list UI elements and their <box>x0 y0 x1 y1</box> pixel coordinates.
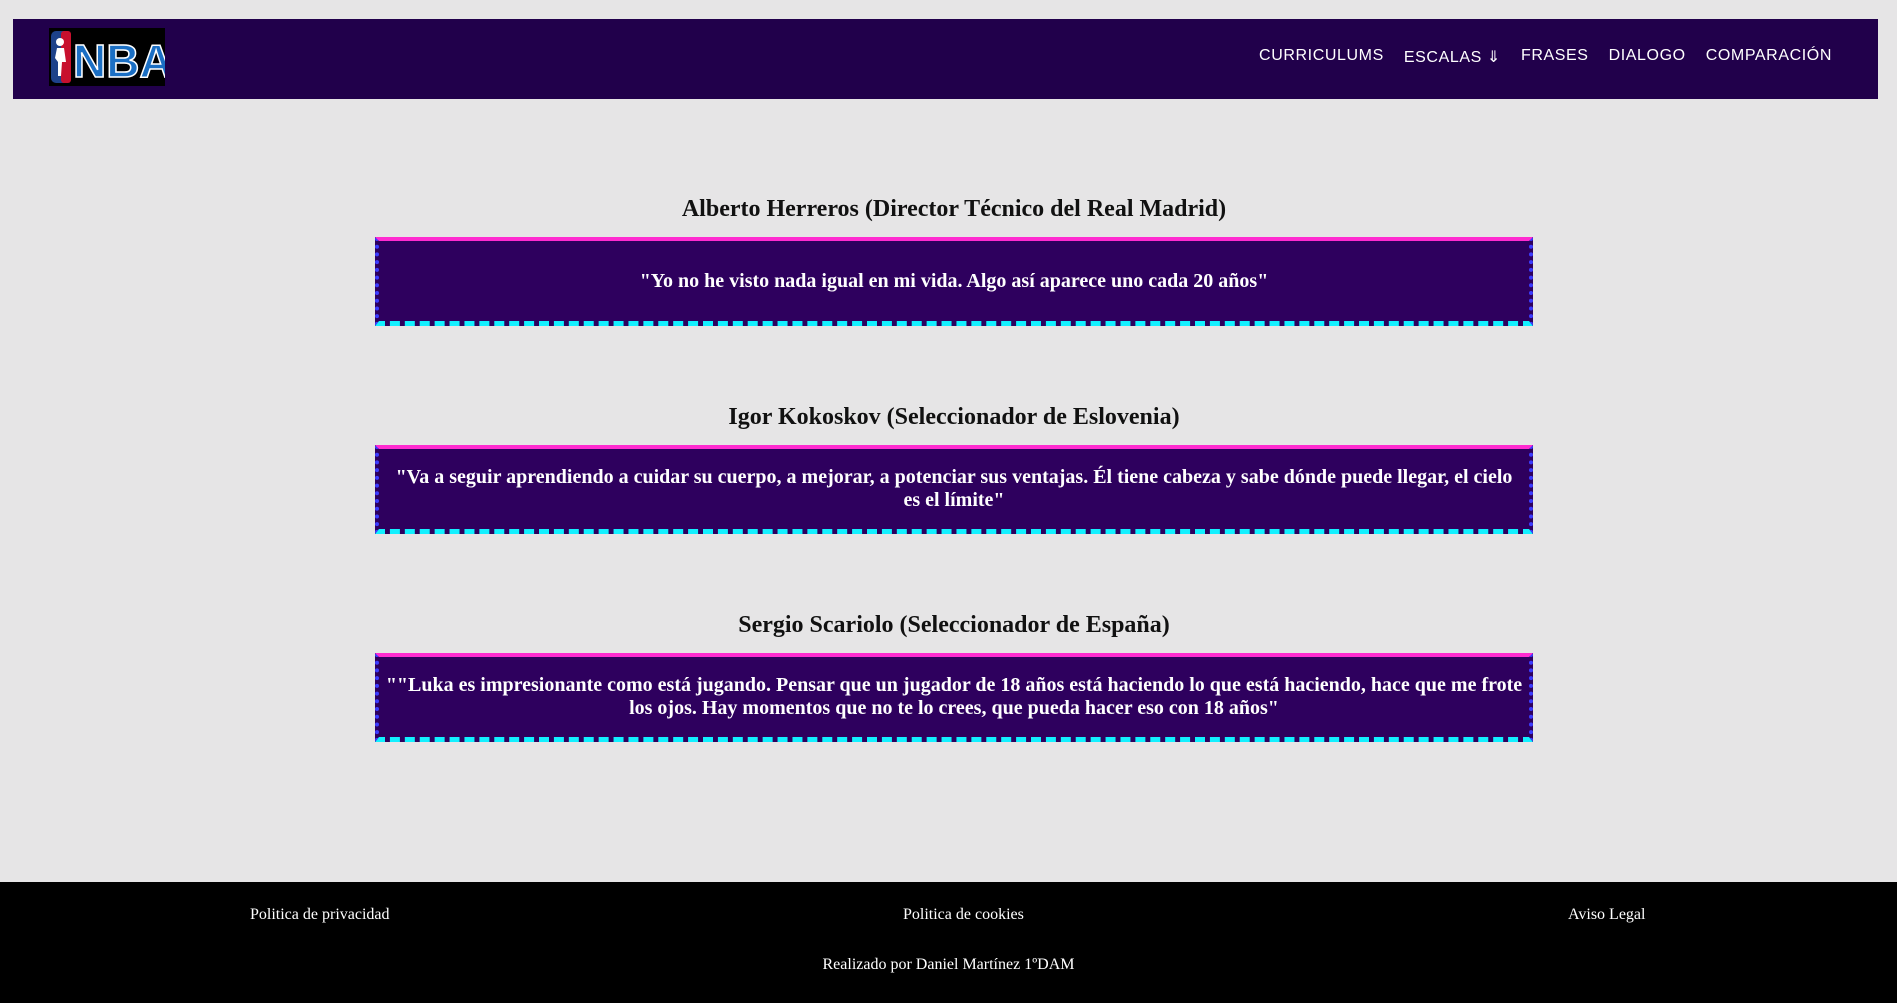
quote-author: Sergio Scariolo (Seleccionador de España… <box>738 612 1170 638</box>
quote-text-box: "Va a seguir aprendiendo a cuidar su cue… <box>375 445 1533 534</box>
quote-text: "Yo no he visto nada igual en mi vida. A… <box>639 269 1269 292</box>
site-footer: Politica de privacidad Politica de cooki… <box>0 882 1897 1003</box>
site-header: NBA CURRICULUMS ESCALAS ⇓ FRASES DIALOGO… <box>13 19 1878 99</box>
quote-card: Alberto Herreros (Director Técnico del R… <box>375 190 1533 326</box>
footer-link-privacy[interactable]: Politica de privacidad <box>250 906 390 924</box>
nav-escalas-dropdown[interactable]: ESCALAS ⇓ <box>1404 47 1501 67</box>
nav-frases[interactable]: FRASES <box>1521 47 1589 67</box>
svg-text:NBA: NBA <box>73 35 165 86</box>
quote-text: ""Luka es impresionante como está jugand… <box>385 674 1523 719</box>
quote-author: Alberto Herreros (Director Técnico del R… <box>681 196 1227 222</box>
main-nav: CURRICULUMS ESCALAS ⇓ FRASES DIALOGO COM… <box>1259 47 1832 67</box>
nav-dialogo[interactable]: DIALOGO <box>1609 47 1686 67</box>
footer-link-cookies[interactable]: Politica de cookies <box>903 906 1024 924</box>
quote-card: Sergio Scariolo (Seleccionador de España… <box>375 606 1533 742</box>
quote-text-box: ""Luka es impresionante como está jugand… <box>375 653 1533 742</box>
quote-text-box: "Yo no he visto nada igual en mi vida. A… <box>375 237 1533 326</box>
footer-link-legal[interactable]: Aviso Legal <box>1568 906 1645 924</box>
quote-author: Igor Kokoskov (Seleccionador de Esloveni… <box>728 404 1180 430</box>
footer-credit: Realizado por Daniel Martínez 1ºDAM <box>822 956 1075 973</box>
nav-curriculums[interactable]: CURRICULUMS <box>1259 47 1384 67</box>
quote-card: Igor Kokoskov (Seleccionador de Esloveni… <box>375 398 1533 534</box>
nba-logo-icon: NBA <box>49 28 165 86</box>
quote-text: "Va a seguir aprendiendo a cuidar su cue… <box>395 466 1513 511</box>
nba-logo[interactable]: NBA <box>49 28 165 86</box>
nav-comparacion[interactable]: COMPARACIÓN <box>1706 47 1832 67</box>
quotes-section: Alberto Herreros (Director Técnico del R… <box>375 190 1533 742</box>
